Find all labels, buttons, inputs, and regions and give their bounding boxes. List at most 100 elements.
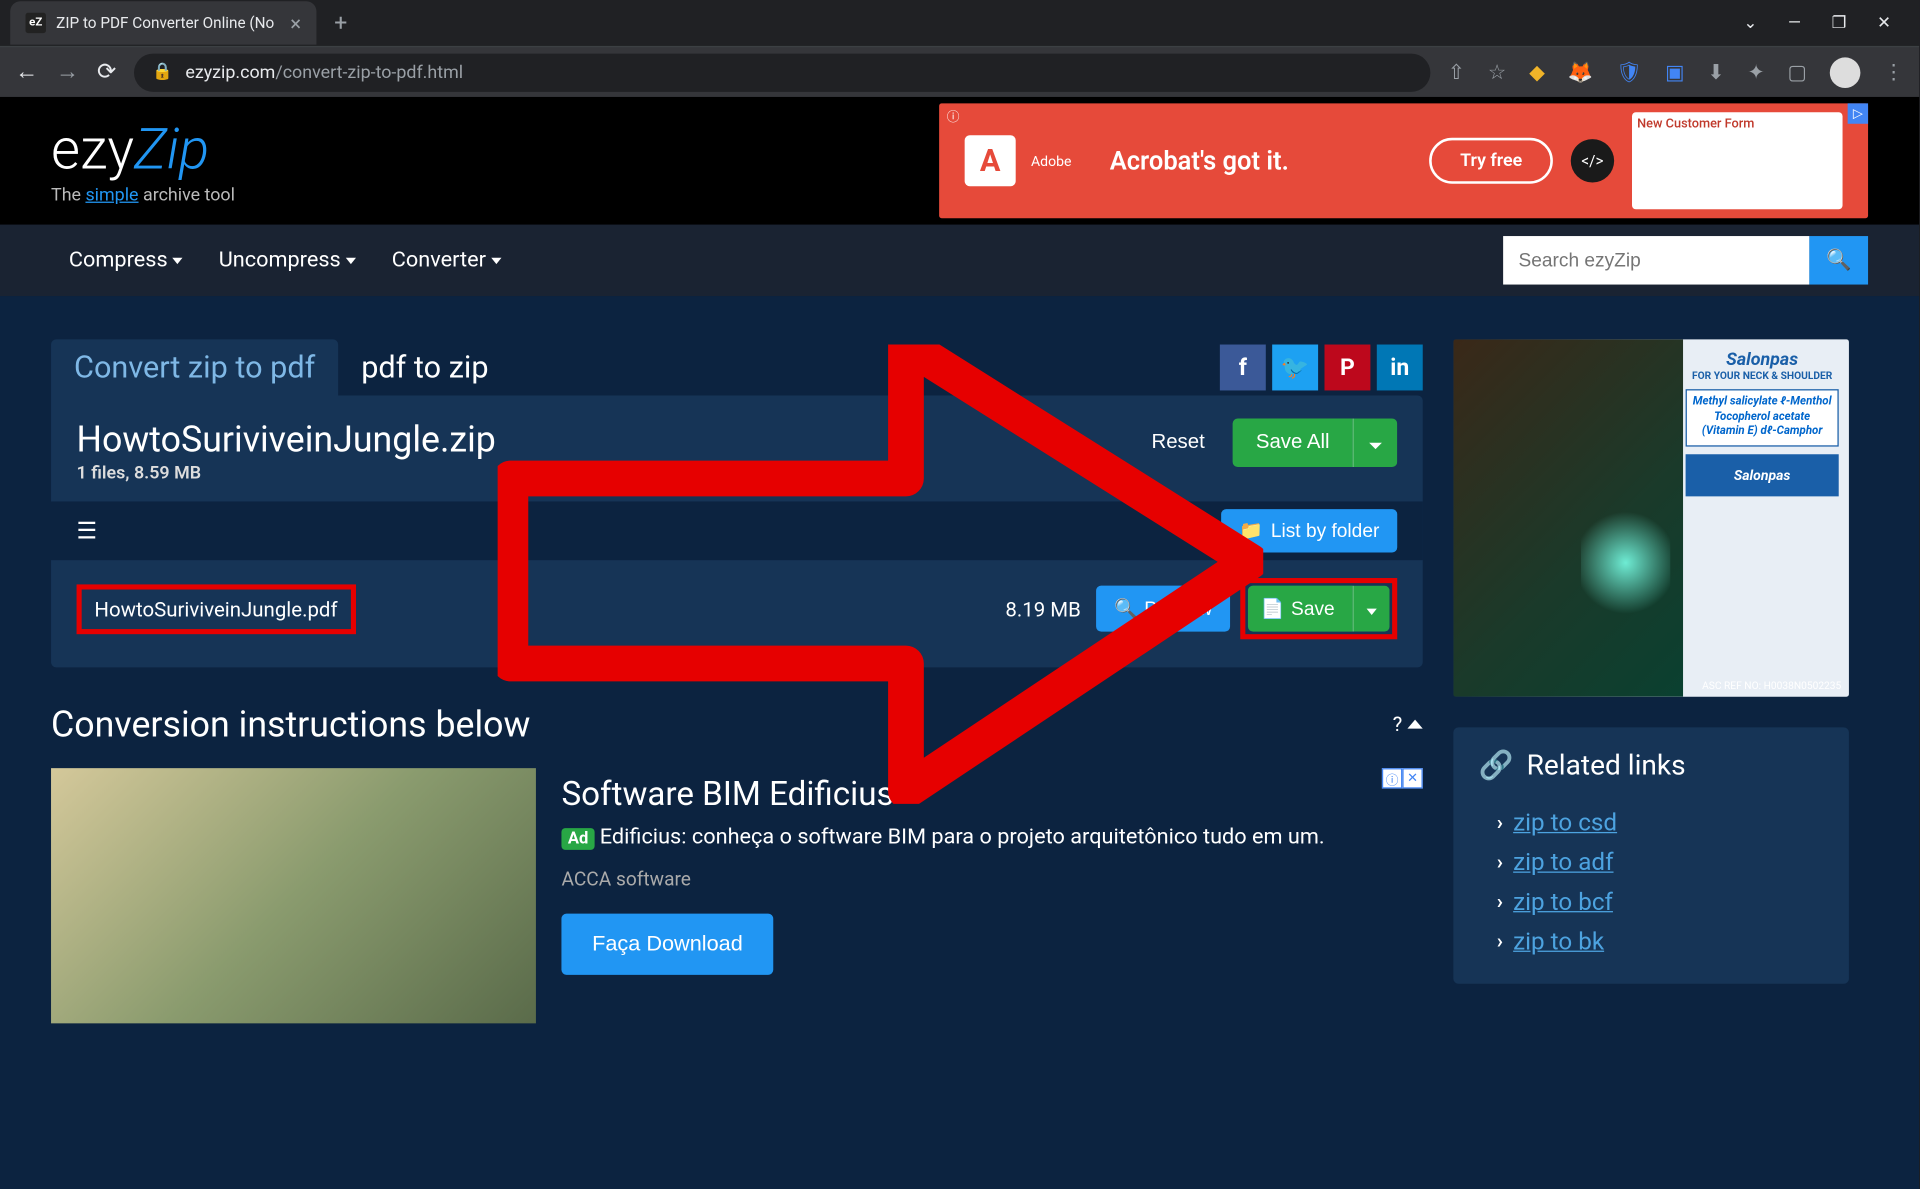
sidebar-ad-ref: ASC REF NO: H0038N0502235	[1702, 680, 1841, 691]
zip-file-meta: 1 files, 8.59 MB	[77, 463, 496, 483]
ad-badge-icon: ⓘ	[947, 106, 960, 125]
related-links-heading: 🔗 Related links	[1479, 750, 1824, 782]
nav-converter[interactable]: Converter	[374, 248, 519, 274]
new-tab-button[interactable]: +	[322, 10, 361, 37]
close-tab-icon[interactable]: ×	[290, 11, 301, 35]
pinterest-share-button[interactable]: P	[1324, 345, 1370, 391]
sidebar-ad-brand: Salonpas	[1686, 350, 1839, 370]
nav-compress[interactable]: Compress	[51, 248, 201, 274]
related-link-item: › zip to adf	[1479, 842, 1824, 882]
extension-icon[interactable]: ▣	[1665, 60, 1684, 84]
adobe-logo-icon: A	[965, 135, 1016, 186]
window-controls: ⌄ — ❐ ✕	[1743, 13, 1908, 32]
main-nav: Compress Uncompress Converter 🔍	[0, 225, 1919, 296]
file-icon: 📄	[1261, 597, 1285, 620]
link-icon: 🔗	[1479, 750, 1514, 782]
close-window-icon[interactable]: ✕	[1877, 13, 1891, 32]
chevron-down-icon[interactable]: ⌄	[1743, 13, 1757, 32]
related-link[interactable]: zip to adf	[1513, 847, 1613, 876]
folder-icon: 📁	[1239, 519, 1263, 542]
related-link[interactable]: zip to csd	[1513, 808, 1617, 837]
ad-headline: Acrobat's got it.	[1110, 145, 1289, 176]
file-row: HowtoSuriviveinJungle.pdf 8.19 MB 🔍 Prev…	[77, 560, 1398, 644]
twitter-share-button[interactable]: 🐦	[1272, 345, 1318, 391]
tab-title: ZIP to PDF Converter Online (No	[56, 14, 274, 32]
related-link[interactable]: zip to bk	[1513, 926, 1604, 955]
search-input[interactable]	[1503, 236, 1809, 284]
url-host: ezyzip.com	[185, 62, 275, 82]
back-button[interactable]: ←	[15, 59, 38, 86]
ad-info-icon[interactable]: ⓘ	[1382, 768, 1402, 788]
lock-icon: 🔒	[152, 63, 173, 82]
tab-convert-zip-to-pdf[interactable]: Convert zip to pdf	[51, 339, 338, 395]
ad-cta-button[interactable]: Try free	[1430, 138, 1553, 184]
reload-button[interactable]: ⟳	[97, 59, 116, 86]
site-logo[interactable]: ezyZip	[51, 116, 235, 182]
list-by-folder-button[interactable]: 📁 List by folder	[1221, 509, 1397, 552]
menu-icon[interactable]: ⋮	[1883, 60, 1903, 84]
browser-toolbar: ← → ⟳ 🔒 ezyzip.com/convert-zip-to-pdf.ht…	[0, 46, 1919, 97]
zip-filename: HowtoSuriviveinJungle.zip	[77, 419, 496, 461]
save-button[interactable]: 📄 Save	[1248, 586, 1352, 632]
preview-button[interactable]: 🔍 Preview	[1096, 586, 1230, 632]
extension-icon[interactable]: ◆	[1529, 60, 1545, 84]
download-icon[interactable]: ⬇	[1707, 60, 1724, 84]
linkedin-share-button[interactable]: in	[1377, 345, 1423, 391]
facebook-share-button[interactable]: f	[1220, 345, 1266, 391]
sidebar-ad-sub: FOR YOUR NECK & SHOULDER	[1686, 370, 1839, 381]
reset-button[interactable]: Reset	[1134, 421, 1223, 464]
site-tagline: The simple archive tool	[51, 185, 235, 205]
save-all-button[interactable]: Save All	[1233, 419, 1353, 467]
related-link-item: › zip to bk	[1479, 921, 1824, 961]
related-links-panel: 🔗 Related links › zip to csd › zip to ad…	[1453, 727, 1849, 983]
output-filename: HowtoSuriviveinJungle.pdf	[77, 584, 356, 634]
ad-image	[51, 768, 536, 1023]
related-link[interactable]: zip to bcf	[1513, 887, 1613, 916]
related-link-item: › zip to bcf	[1479, 882, 1824, 922]
nav-uncompress[interactable]: Uncompress	[201, 248, 374, 274]
related-link-item: › zip to csd	[1479, 803, 1824, 843]
header-ad-banner[interactable]: ⓘ A Adobe Acrobat's got it. Try free </>…	[939, 103, 1868, 218]
url-path: /convert-zip-to-pdf.html	[275, 62, 463, 82]
chevron-right-icon: ›	[1497, 929, 1503, 953]
ad-description: AdEdificius: conheça o software BIM para…	[561, 824, 1422, 850]
output-filesize: 8.19 MB	[1005, 597, 1080, 621]
chevron-right-icon: ›	[1497, 889, 1503, 913]
share-icon[interactable]: ⇧	[1448, 60, 1465, 84]
bookmark-icon[interactable]: ☆	[1488, 60, 1506, 84]
favicon-icon: eZ	[26, 13, 46, 33]
ad-download-button[interactable]: Faça Download	[561, 914, 773, 975]
sidebar-ad-product: Salonpas	[1686, 454, 1839, 496]
address-bar[interactable]: 🔒 ezyzip.com/convert-zip-to-pdf.html	[134, 53, 1430, 91]
instructions-heading: Conversion instructions below	[51, 703, 530, 745]
ad-preview-thumb: New Customer Form	[1632, 112, 1843, 209]
ad-close-icon[interactable]: ✕	[1402, 768, 1422, 788]
sidebar-ad-ingredients: Methyl salicylate ℓ-Menthol Tocopherol a…	[1686, 389, 1839, 446]
content-ad[interactable]: ⓘ ✕ Software BIM Edificius AdEdificius: …	[51, 768, 1423, 1023]
list-icon[interactable]: ☰	[77, 517, 98, 544]
profile-avatar[interactable]	[1830, 57, 1861, 88]
chevron-right-icon: ›	[1497, 850, 1503, 874]
search-button[interactable]: 🔍	[1809, 236, 1868, 284]
instructions-toggle[interactable]: ?	[1393, 712, 1423, 736]
maximize-icon[interactable]: ❐	[1832, 13, 1847, 32]
sidebar-ad[interactable]: Salonpas FOR YOUR NECK & SHOULDER Methyl…	[1453, 339, 1849, 696]
extension-icon[interactable]: 🦊	[1568, 60, 1593, 84]
browser-tab-bar: eZ ZIP to PDF Converter Online (No × + ⌄…	[0, 0, 1919, 46]
search-icon: 🔍	[1114, 597, 1138, 620]
ad-code-icon: </>	[1571, 139, 1614, 182]
forward-button[interactable]: →	[56, 59, 79, 86]
minimize-icon[interactable]: —	[1788, 13, 1801, 32]
browser-tab[interactable]: eZ ZIP to PDF Converter Online (No ×	[10, 1, 316, 44]
save-dropdown[interactable]	[1353, 586, 1390, 632]
ad-info-icon[interactable]: ▷	[1848, 103, 1868, 123]
tab-pdf-to-zip[interactable]: pdf to zip	[338, 339, 511, 395]
ad-company: ACCA software	[561, 868, 1422, 891]
ad-brand: Adobe	[1031, 152, 1071, 169]
panel-icon[interactable]: ▢	[1788, 60, 1807, 84]
extension-icon[interactable]: 🛡	[1616, 60, 1642, 84]
extensions-icon[interactable]: ✦	[1747, 60, 1764, 84]
save-all-dropdown[interactable]	[1353, 419, 1398, 467]
chevron-up-icon	[1407, 720, 1422, 729]
search-icon: 🔍	[1826, 250, 1851, 272]
